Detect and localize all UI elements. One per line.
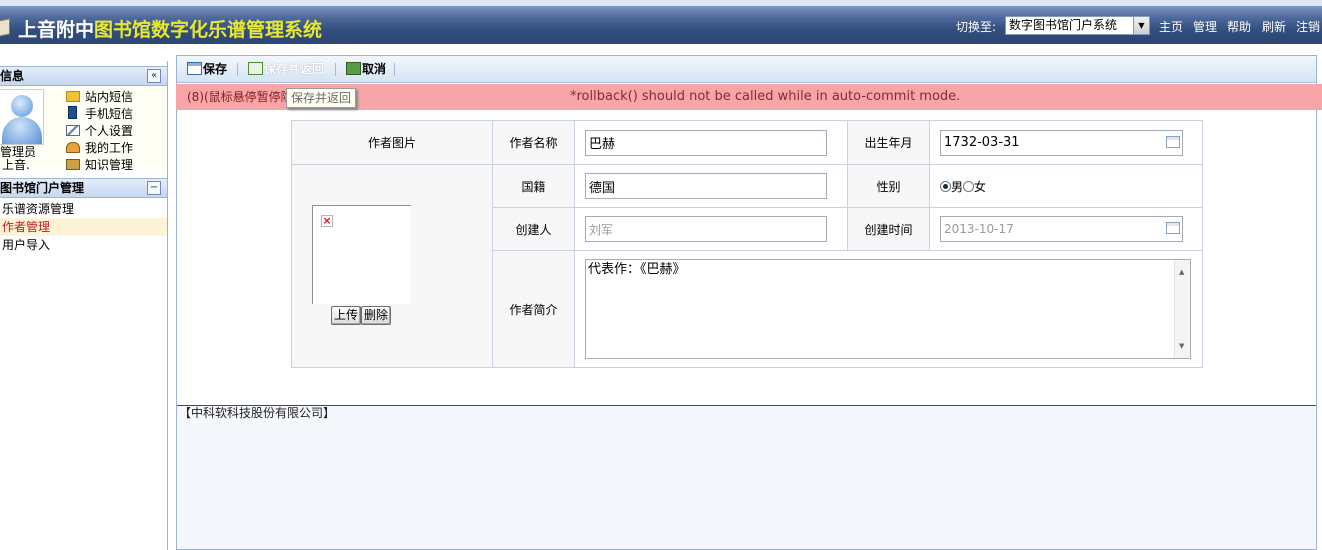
photo-label: 作者图片 bbox=[291, 120, 493, 165]
creator-input[interactable] bbox=[585, 216, 827, 242]
photo-actions: 上传 删除 bbox=[331, 306, 392, 325]
chevron-down-icon[interactable]: ▼ bbox=[1133, 17, 1149, 34]
broken-image-icon: × bbox=[321, 214, 333, 227]
pencil-icon bbox=[66, 125, 80, 136]
author-name-input[interactable] bbox=[585, 129, 827, 156]
scroll-down-icon[interactable]: ▼ bbox=[1179, 337, 1184, 355]
sidebar: 信息 « 管理员 上音. 站内短信 手机短信 个人设置 我的工作 知识管理 图书… bbox=[0, 61, 168, 550]
system-select[interactable]: 数字图书馆门户系统 ▼ bbox=[1005, 16, 1150, 35]
info-panel-header: 信息 « bbox=[0, 66, 167, 86]
user-role: 管理员 bbox=[0, 145, 37, 159]
app-header: 上音附中图书馆数字化乐谱管理系统 切换至: 数字图书馆门户系统 ▼ 主页 管理 … bbox=[0, 0, 1322, 44]
creator-cell bbox=[574, 207, 848, 251]
nationality-cell bbox=[574, 164, 848, 208]
delete-button[interactable]: 删除 bbox=[361, 306, 392, 325]
intro-cell: 代表作：《巴赫》 ▲ ▼ bbox=[574, 250, 1203, 368]
footer: 【中科软科技股份有限公司】 bbox=[177, 406, 1316, 549]
toolbar-divider bbox=[394, 63, 395, 76]
name-cell bbox=[574, 120, 848, 165]
toolbar-divider bbox=[335, 63, 336, 76]
quick-link-site-message[interactable]: 站内短信 bbox=[66, 89, 133, 106]
author-intro-textarea[interactable]: 代表作：《巴赫》 ▲ ▼ bbox=[585, 259, 1191, 359]
nav-panel-header: 图书馆门户管理 − bbox=[0, 178, 167, 198]
avatar-head bbox=[11, 95, 33, 117]
upload-button[interactable]: 上传 bbox=[331, 306, 362, 325]
nav-refresh-link[interactable]: 刷新 bbox=[1262, 18, 1286, 35]
created-date-picker[interactable] bbox=[940, 216, 1183, 242]
collapse-left-icon[interactable]: « bbox=[147, 69, 161, 83]
calendar-icon[interactable] bbox=[1166, 222, 1180, 234]
birth-date-picker[interactable] bbox=[940, 129, 1183, 156]
nav-home-link[interactable]: 主页 bbox=[1159, 18, 1183, 35]
cancel-icon bbox=[346, 62, 361, 75]
quick-link-sms[interactable]: 手机短信 bbox=[66, 106, 133, 123]
toolbar-divider bbox=[237, 63, 238, 76]
nav-logout-link[interactable]: 注销 bbox=[1296, 18, 1320, 35]
name-label: 作者名称 bbox=[492, 120, 575, 165]
collapse-icon[interactable]: − bbox=[147, 181, 161, 195]
knowledge-icon bbox=[66, 159, 80, 170]
quick-link-my-work[interactable]: 我的工作 bbox=[66, 140, 133, 157]
toolbar: 保存 保存并返回 取消 bbox=[177, 56, 1316, 83]
intro-label: 作者简介 bbox=[492, 250, 575, 368]
menu-item-user-import[interactable]: 用户导入 bbox=[0, 236, 167, 254]
gender-female-radio[interactable] bbox=[963, 180, 975, 192]
avatar bbox=[0, 89, 44, 145]
quick-link-settings[interactable]: 个人设置 bbox=[66, 123, 133, 140]
created-date-input[interactable] bbox=[940, 216, 1183, 242]
save-return-icon bbox=[248, 62, 263, 75]
save-icon bbox=[187, 62, 202, 75]
avatar-body bbox=[2, 117, 42, 144]
photo-cell: × 上传 删除 bbox=[291, 164, 493, 368]
scroll-up-icon[interactable]: ▲ bbox=[1179, 263, 1184, 281]
nationality-input[interactable] bbox=[585, 173, 827, 199]
birth-date-input[interactable] bbox=[940, 129, 1183, 156]
mail-icon bbox=[66, 91, 80, 102]
user-info: 管理员 上音. 站内短信 手机短信 个人设置 我的工作 知识管理 bbox=[0, 86, 167, 172]
app-title: 上音附中图书馆数字化乐谱管理系统 bbox=[18, 19, 323, 41]
switch-label: 切换至: bbox=[956, 20, 997, 34]
photo-wrap: × 上传 删除 bbox=[292, 165, 492, 367]
error-hint: (8)(鼠标悬停暂停隐 bbox=[187, 90, 293, 104]
nav-help-link[interactable]: 帮助 bbox=[1227, 18, 1251, 35]
birth-cell bbox=[929, 120, 1203, 165]
gender-label: 性别 bbox=[847, 164, 930, 208]
textarea-scrollbar[interactable]: ▲ ▼ bbox=[1174, 260, 1190, 358]
intro-wrap: 代表作：《巴赫》 ▲ ▼ bbox=[575, 251, 1202, 367]
menu-item-author-management[interactable]: 作者管理 bbox=[0, 218, 167, 236]
author-photo: × bbox=[312, 205, 411, 304]
creator-label: 创建人 bbox=[492, 207, 575, 251]
tooltip: 保存并返回 bbox=[286, 88, 357, 108]
nationality-label: 国籍 bbox=[492, 164, 575, 208]
quick-link-knowledge[interactable]: 知识管理 bbox=[66, 157, 133, 174]
work-icon bbox=[66, 142, 80, 153]
user-org: 上音. bbox=[2, 158, 30, 172]
nav-panel: 图书馆门户管理 − 乐谱资源管理 作者管理 用户导入 bbox=[0, 178, 167, 254]
app-logo-icon bbox=[0, 18, 10, 38]
company-name: 【中科软科技股份有限公司】 bbox=[179, 406, 336, 420]
gender-male-radio[interactable] bbox=[940, 180, 951, 192]
nav-manage-link[interactable]: 管理 bbox=[1193, 18, 1217, 35]
gender-cell: 男女 bbox=[929, 164, 1203, 208]
quick-links: 站内短信 手机短信 个人设置 我的工作 知识管理 bbox=[66, 89, 133, 174]
save-and-return-button[interactable]: 保存并返回 bbox=[248, 61, 324, 78]
birth-label: 出生年月 bbox=[847, 120, 930, 165]
phone-icon bbox=[68, 106, 77, 119]
menu-item-score-resources[interactable]: 乐谱资源管理 bbox=[0, 200, 167, 218]
author-form: 作者图片 作者名称 出生年月 × 上传删除 国籍 bbox=[291, 120, 1203, 368]
calendar-icon[interactable] bbox=[1166, 135, 1180, 148]
save-button[interactable]: 保存 bbox=[187, 61, 227, 78]
error-message: *rollback() should not be called while i… bbox=[570, 89, 961, 104]
created-label: 创建时间 bbox=[847, 207, 930, 251]
cancel-button[interactable]: 取消 bbox=[346, 61, 386, 78]
info-panel: 信息 « 管理员 上音. 站内短信 手机短信 个人设置 我的工作 知识管理 bbox=[0, 66, 167, 172]
nav-menu: 乐谱资源管理 作者管理 用户导入 bbox=[0, 198, 167, 254]
created-cell bbox=[929, 207, 1203, 251]
